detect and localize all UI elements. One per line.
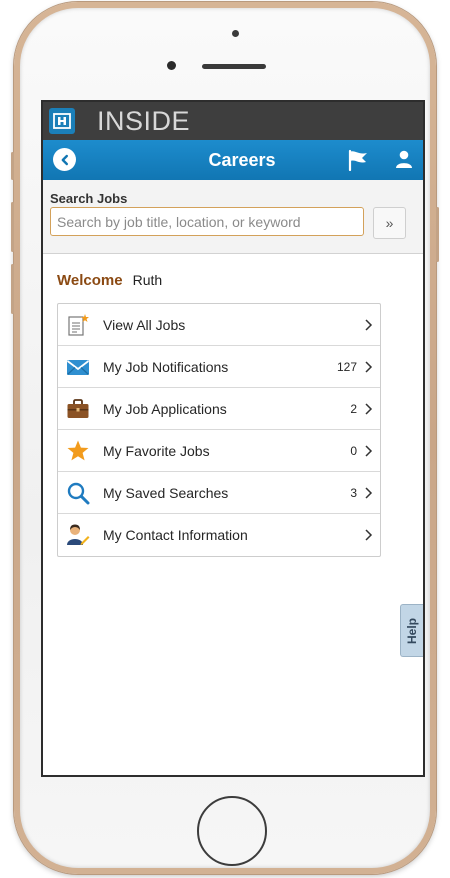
chevron-right-icon <box>365 361 373 373</box>
proximity-sensor <box>232 30 239 37</box>
welcome-label: Welcome <box>57 272 123 289</box>
chevron-right-icon <box>365 319 373 331</box>
front-camera <box>167 61 176 70</box>
search-section: Search Jobs » <box>43 180 423 254</box>
help-tab[interactable]: Help <box>400 604 423 657</box>
user-name: Ruth <box>132 272 163 288</box>
chevron-right-icon <box>365 445 373 457</box>
welcome-line: Welcome Ruth <box>57 272 162 289</box>
briefcase-icon <box>67 399 89 418</box>
careers-menu: View All Jobs My Job Notifications 127 M… <box>57 303 381 557</box>
chevron-left-icon <box>61 154 68 165</box>
menu-item-label: View All Jobs <box>103 316 186 333</box>
menu-item-job-notifications[interactable]: My Job Notifications 127 <box>58 346 380 388</box>
envelope-icon <box>66 360 90 375</box>
search-label: Search Jobs <box>50 191 128 206</box>
power-button <box>436 207 439 262</box>
help-label: Help <box>405 617 420 644</box>
menu-item-count: 2 <box>350 401 357 416</box>
menu-item-label: My Saved Searches <box>103 484 229 501</box>
chevron-right-icon <box>365 529 373 541</box>
contact-person-icon <box>67 524 90 545</box>
careers-navbar: Careers <box>43 140 423 180</box>
menu-item-label: My Favorite Jobs <box>103 442 210 459</box>
menu-item-count: 3 <box>350 485 357 500</box>
menu-item-view-all-jobs[interactable]: View All Jobs <box>58 304 380 346</box>
back-button[interactable] <box>53 148 76 171</box>
chevron-right-icon <box>365 403 373 415</box>
user-icon[interactable] <box>395 150 413 168</box>
menu-item-favorite-jobs[interactable]: My Favorite Jobs 0 <box>58 430 380 472</box>
volume-up-button <box>11 202 14 252</box>
mute-switch <box>11 152 14 180</box>
menu-item-contact-information[interactable]: My Contact Information <box>58 514 380 556</box>
document-star-icon <box>68 314 89 336</box>
earpiece-speaker <box>202 64 266 69</box>
menu-item-job-applications[interactable]: My Job Applications 2 <box>58 388 380 430</box>
flag-icon[interactable] <box>346 149 370 171</box>
page-title: Careers <box>208 149 276 170</box>
menu-item-label: My Job Applications <box>103 400 227 417</box>
volume-down-button <box>11 264 14 314</box>
inside-header: INSIDE <box>43 102 423 140</box>
menu-item-saved-searches[interactable]: My Saved Searches 3 <box>58 472 380 514</box>
star-icon <box>67 440 89 461</box>
search-input[interactable] <box>50 207 364 236</box>
menu-item-label: My Job Notifications <box>103 358 229 375</box>
menu-item-count: 0 <box>350 443 357 458</box>
app-screen: INSIDE Careers Search Jobs » Welcome Rut… <box>43 102 423 775</box>
magnifier-icon <box>67 482 90 505</box>
menu-item-count: 127 <box>336 359 357 374</box>
search-go-button[interactable]: » <box>373 207 406 239</box>
inside-app-name: INSIDE <box>97 105 191 136</box>
inside-logo-icon <box>49 108 75 134</box>
chevron-right-icon <box>365 487 373 499</box>
menu-item-label: My Contact Information <box>103 527 248 543</box>
home-button[interactable] <box>197 796 267 866</box>
